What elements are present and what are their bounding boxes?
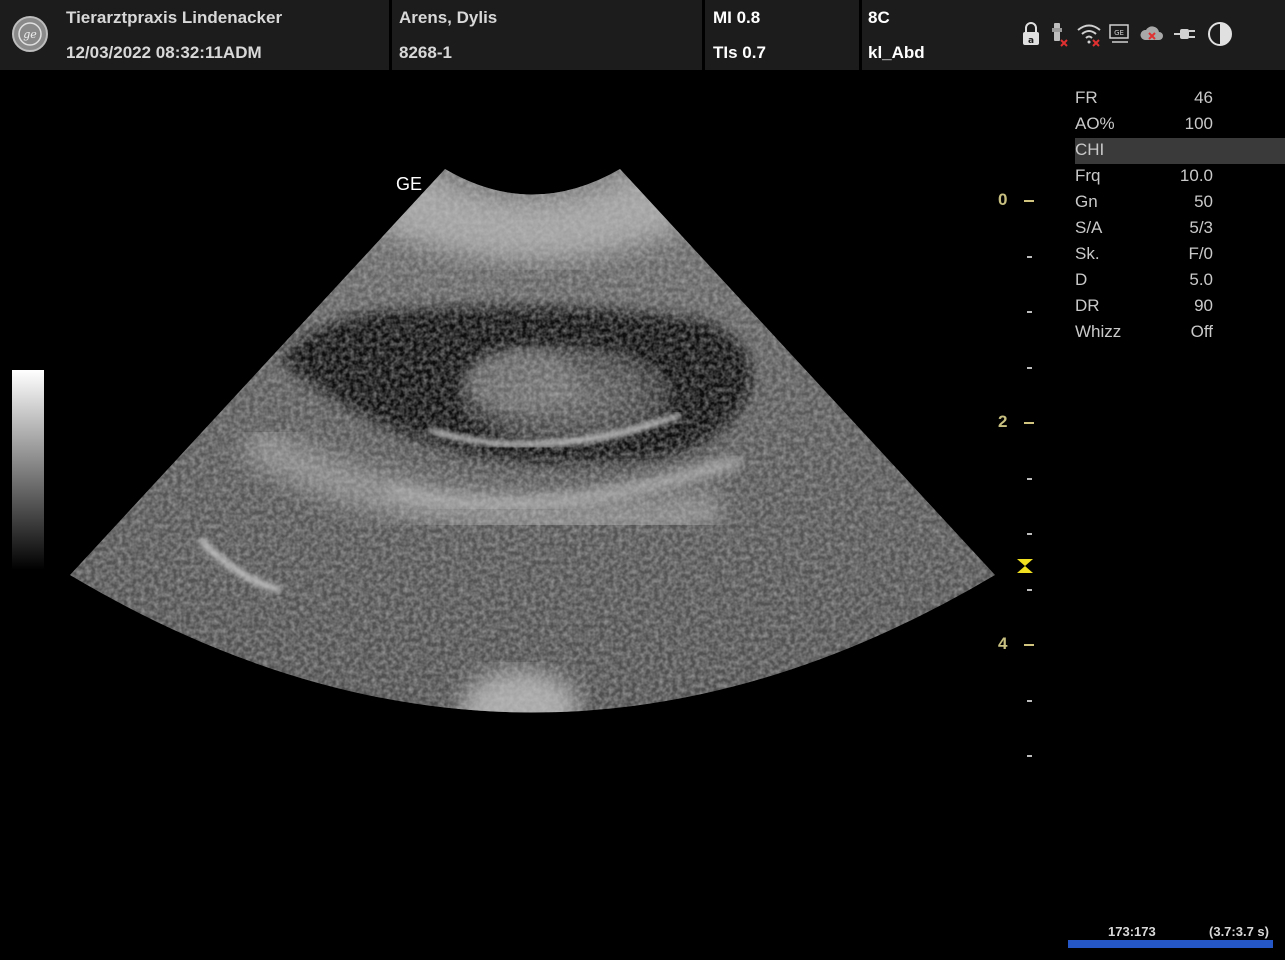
site-cell: ge Tierarztpraxis Lindenacker 12/03/2022… bbox=[0, 0, 392, 70]
site-name: Tierarztpraxis Lindenacker bbox=[66, 8, 283, 27]
param-row: Sk. F/0 bbox=[1075, 242, 1285, 268]
param-value: 10.0 bbox=[1179, 166, 1213, 185]
param-row: S/A 5/3 bbox=[1075, 216, 1285, 242]
param-key: S/A bbox=[1075, 218, 1103, 237]
param-row: Frq 10.0 bbox=[1075, 164, 1285, 190]
safety-index-cell: MI 0.8 TIs 0.7 bbox=[705, 0, 862, 70]
svg-text:a: a bbox=[1028, 36, 1034, 46]
depth-tick bbox=[1027, 699, 1032, 702]
cine-frame-counter: 173:173 bbox=[1108, 924, 1156, 939]
param-row: Whizz Off bbox=[1075, 320, 1285, 346]
ultrasound-image[interactable] bbox=[0, 70, 1000, 770]
lock-icon[interactable]: a bbox=[1020, 20, 1042, 53]
param-value: 90 bbox=[1194, 296, 1213, 315]
brightness-icon[interactable] bbox=[1206, 20, 1234, 53]
cine-progress-bar[interactable] bbox=[1068, 940, 1273, 948]
patient-name: Arens, Dylis bbox=[399, 8, 498, 27]
param-row: D 5.0 bbox=[1075, 268, 1285, 294]
depth-label: 2 bbox=[998, 412, 1008, 431]
param-row: AO% 100 bbox=[1075, 112, 1285, 138]
power-plug-icon bbox=[1172, 20, 1200, 53]
patient-id: 8268-1 bbox=[399, 43, 452, 62]
depth-tick bbox=[1027, 366, 1032, 369]
probe-name: 8C bbox=[868, 8, 890, 27]
mi-value: MI 0.8 bbox=[713, 8, 761, 27]
param-row: FR 46 bbox=[1075, 86, 1285, 112]
tis-value: TIs 0.7 bbox=[713, 43, 766, 62]
focus-marker-icon[interactable] bbox=[1016, 558, 1034, 574]
param-row: Gn 50 bbox=[1075, 190, 1285, 216]
cine-duration: (3.7:3.7 s) bbox=[1209, 924, 1269, 939]
depth-tick bbox=[1024, 644, 1034, 646]
patient-cell[interactable]: Arens, Dylis 8268-1 bbox=[392, 0, 705, 70]
svg-text:GE: GE bbox=[1114, 29, 1124, 37]
param-key: Sk. bbox=[1075, 244, 1100, 263]
cloud-disconnected-icon bbox=[1138, 20, 1166, 53]
param-key: D bbox=[1075, 270, 1088, 289]
param-key: FR bbox=[1075, 88, 1098, 107]
param-value: 5/3 bbox=[1189, 218, 1213, 237]
depth-tick bbox=[1027, 311, 1032, 313]
param-value: F/0 bbox=[1188, 244, 1213, 263]
param-row: DR 90 bbox=[1075, 294, 1285, 320]
parameter-panel: FR 46 AO% 100 CHI Frq 10.0 Gn 50 S/A 5/3 Sk. F/0 D 5.0… bbox=[1075, 86, 1285, 346]
depth-tick bbox=[1027, 755, 1032, 757]
status-icons: a GE bbox=[1020, 20, 1234, 52]
orientation-mark: GE bbox=[396, 174, 423, 194]
param-value: 46 bbox=[1194, 88, 1213, 107]
depth-tick bbox=[1024, 422, 1034, 424]
depth-tick bbox=[1027, 533, 1032, 535]
depth-tick bbox=[1027, 477, 1032, 480]
ge-logo-icon: ge bbox=[12, 16, 48, 52]
depth-label: 4 bbox=[998, 634, 1008, 653]
depth-tick bbox=[1027, 588, 1032, 591]
param-key: AO% bbox=[1075, 114, 1115, 133]
param-value: 50 bbox=[1194, 192, 1213, 211]
depth-tick bbox=[1027, 255, 1032, 258]
param-key: Frq bbox=[1075, 166, 1101, 185]
depth-label: 0 bbox=[998, 190, 1008, 209]
param-value: 5.0 bbox=[1189, 270, 1213, 289]
svg-text:ge: ge bbox=[23, 28, 37, 41]
depth-tick bbox=[1024, 200, 1034, 202]
param-value: 100 bbox=[1184, 114, 1213, 133]
param-key: Gn bbox=[1075, 192, 1098, 211]
preset-name: kl_Abd bbox=[868, 43, 925, 62]
param-key: Whizz bbox=[1075, 322, 1122, 341]
depth-scale: 0 2 4 bbox=[990, 190, 1040, 770]
exam-datetime: 12/03/2022 08:32:11ADM bbox=[66, 43, 262, 62]
wifi-disconnected-icon bbox=[1076, 20, 1102, 53]
param-value: Off bbox=[1190, 322, 1213, 341]
header-bar: ge Tierarztpraxis Lindenacker 12/03/2022… bbox=[0, 0, 1285, 70]
param-key: DR bbox=[1075, 296, 1100, 315]
cine-bar[interactable]: 173:173 (3.7:3.7 s) bbox=[1068, 924, 1273, 950]
param-key: CHI bbox=[1075, 140, 1105, 159]
probe-disconnected-icon bbox=[1048, 20, 1070, 53]
param-row: CHI bbox=[1075, 138, 1285, 164]
ge-network-icon: GE bbox=[1108, 20, 1132, 53]
